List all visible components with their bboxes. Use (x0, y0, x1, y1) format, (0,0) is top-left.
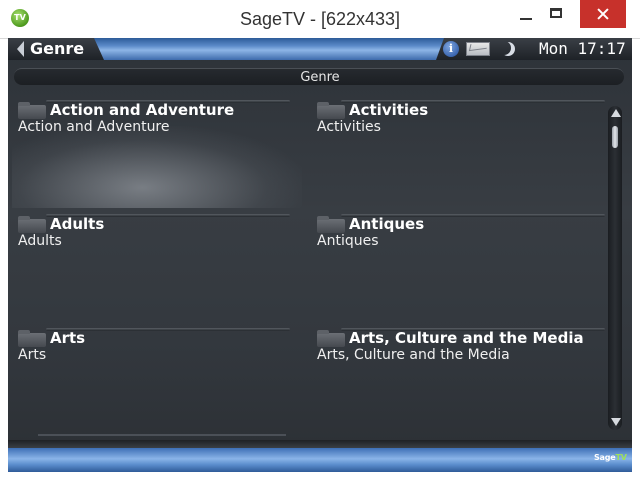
genre-subtitle: Antiques (317, 233, 379, 249)
window-titlebar: TV SageTV - [622x433] (0, 0, 640, 39)
genre-subtitle: Arts (18, 347, 47, 363)
mail-icon (466, 42, 490, 56)
genre-title[interactable]: Antiques (349, 215, 424, 233)
footer-bar: SageTV (8, 448, 632, 472)
genre-item[interactable]: Action and Adventure Action and Adventur… (12, 100, 302, 210)
focus-highlight (12, 126, 302, 208)
genre-subtitle: Action and Adventure (18, 119, 170, 135)
back-arrow-icon[interactable] (17, 41, 24, 57)
scrollbar[interactable] (608, 106, 622, 430)
genre-title[interactable]: Arts, Culture and the Media (349, 329, 584, 347)
genre-item[interactable]: Activities Activities (317, 100, 605, 210)
folder-icon (18, 102, 46, 119)
scroll-up-arrow-icon[interactable] (611, 109, 621, 117)
genre-title[interactable]: Activities (349, 101, 428, 119)
close-button[interactable] (580, 0, 626, 28)
info-icon[interactable]: i (443, 41, 459, 57)
genre-item[interactable]: Antiques Antiques (317, 214, 605, 324)
logo-accent: TV (615, 453, 627, 462)
folder-icon (18, 330, 46, 347)
scroll-thumb[interactable] (612, 126, 618, 148)
genre-subtitle: Adults (18, 233, 62, 249)
maximize-button[interactable] (537, 0, 577, 30)
genre-item[interactable]: Adults Adults (18, 214, 290, 324)
folder-icon (317, 216, 345, 233)
genre-subtitle: Activities (317, 119, 381, 135)
scroll-down-arrow-icon[interactable] (611, 418, 621, 426)
back-label[interactable]: Genre (30, 39, 84, 58)
genre-item[interactable]: Arts Arts (18, 328, 290, 438)
folder-icon (18, 216, 46, 233)
footer-separator (8, 440, 632, 448)
folder-icon (317, 102, 345, 119)
clock: Mon 17:17 (539, 39, 626, 58)
sagetv-client-area: Genre i Mon 17:17 Genre Action and Adven… (8, 38, 632, 472)
genre-item[interactable]: Arts, Culture and the Media Arts, Cultur… (317, 328, 605, 438)
page-title: Genre (300, 70, 340, 85)
moon-icon (497, 41, 511, 55)
genre-title[interactable]: Action and Adventure (50, 101, 234, 119)
genre-title[interactable]: Adults (50, 215, 104, 233)
genre-subtitle: Arts, Culture and the Media (317, 347, 510, 363)
bottom-divider (38, 434, 286, 436)
genre-title[interactable]: Arts (50, 329, 85, 347)
logo-text: Sage (594, 453, 616, 462)
sagetv-logo: SageTV (594, 453, 627, 462)
folder-icon (317, 330, 345, 347)
